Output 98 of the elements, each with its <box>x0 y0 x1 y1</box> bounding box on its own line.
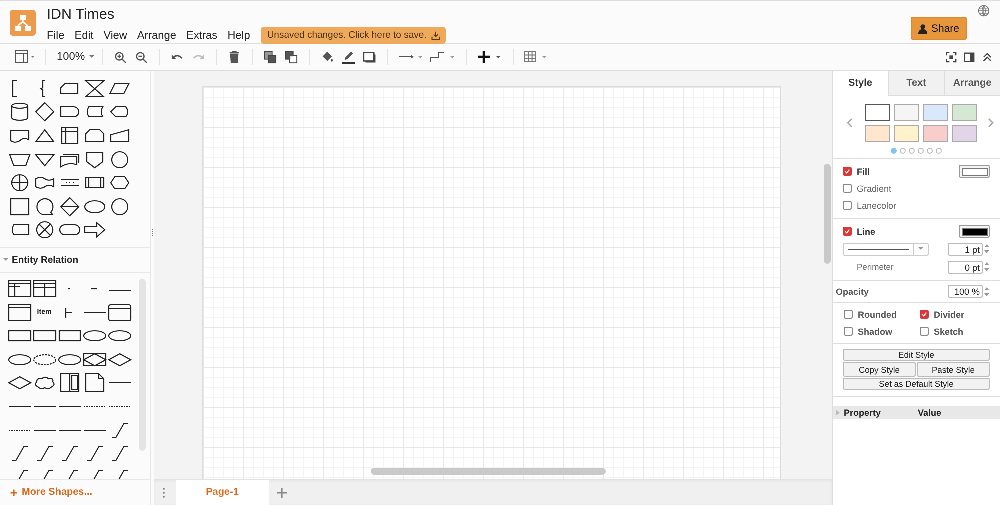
page-dot[interactable] <box>918 148 924 154</box>
column-header: Property <box>844 408 882 418</box>
opacity-label: Opacity <box>836 286 870 296</box>
menu-item[interactable]: Edit <box>74 30 94 42</box>
checkbox-label: Lanecolor <box>857 200 897 210</box>
format-panel-icon[interactable] <box>964 52 975 62</box>
diamond-icon[interactable] <box>32 102 56 122</box>
edit-style-button[interactable]: Edit Style <box>843 349 990 361</box>
style-swatch[interactable] <box>922 125 948 142</box>
spinner-icon[interactable] <box>984 243 990 255</box>
unsaved-changes-button[interactable]: Unsaved changes. Click here to save. <box>261 27 446 44</box>
waypoints-icon[interactable] <box>430 50 456 64</box>
to-back-icon[interactable] <box>285 50 298 64</box>
opacity-field[interactable]: 100 % <box>948 285 983 298</box>
vertical-scrollbar[interactable] <box>824 164 831 264</box>
page-dot[interactable] <box>909 148 915 154</box>
set-default-style-button[interactable]: Set as Default Style <box>843 378 990 390</box>
square-icon[interactable] <box>8 196 32 217</box>
menu-item[interactable]: View <box>104 30 128 42</box>
horizontal-scrollbar[interactable] <box>371 468 606 475</box>
panel-tab[interactable]: Arrange <box>944 71 1000 96</box>
page-menu-icon[interactable] <box>162 486 166 498</box>
paste-style-button[interactable]: Paste Style <box>917 362 990 377</box>
zoom-in-icon[interactable] <box>114 50 128 64</box>
splitter-handle[interactable] <box>152 229 154 237</box>
menu-item[interactable]: Help <box>228 30 250 42</box>
checkbox[interactable] <box>843 167 852 176</box>
collapse-icon[interactable] <box>982 52 993 62</box>
page-dot[interactable] <box>927 148 933 154</box>
block-arrow-icon[interactable] <box>82 220 106 240</box>
style-swatch[interactable] <box>864 104 890 121</box>
page-dot[interactable] <box>891 148 897 154</box>
column-header: Value <box>918 408 942 418</box>
zoom-out-icon[interactable] <box>135 50 148 64</box>
note-icon[interactable] <box>82 373 106 394</box>
checkbox-label: Divider <box>934 310 965 320</box>
to-front-icon[interactable] <box>264 50 278 64</box>
caret-icon <box>918 247 924 251</box>
table-icon[interactable] <box>32 278 56 299</box>
sort-icon[interactable] <box>58 196 82 217</box>
caret-icon <box>3 258 9 262</box>
checkbox-label: Line <box>857 226 876 236</box>
table-icon[interactable] <box>108 302 132 323</box>
line-color-button[interactable] <box>959 225 990 238</box>
page-tab[interactable]: Page-1 <box>176 480 269 505</box>
style-swatch[interactable] <box>952 104 976 121</box>
menu-item[interactable]: Extras <box>186 30 218 42</box>
checkbox[interactable] <box>843 227 852 236</box>
menu-item[interactable]: Arrange <box>137 30 176 42</box>
checkbox[interactable] <box>843 184 852 193</box>
checkbox-label: Gradient <box>857 184 892 194</box>
checkbox[interactable] <box>920 310 929 319</box>
checkbox[interactable] <box>843 201 852 210</box>
download-icon <box>430 30 441 40</box>
perimeter-label: Perimeter <box>857 262 894 272</box>
checkbox-label: Sketch <box>934 326 964 336</box>
checkbox[interactable] <box>844 310 853 319</box>
spinner-icon[interactable] <box>984 261 990 273</box>
menu-item[interactable]: File <box>47 30 65 42</box>
perimeter-field[interactable]: 0 pt <box>948 260 983 274</box>
app-logo-icon <box>10 10 36 36</box>
checkbox-label: Fill <box>857 166 870 176</box>
style-swatch[interactable] <box>922 104 948 121</box>
line-width-field[interactable]: 1 pt <box>948 242 983 256</box>
checkbox-label: Shadow <box>858 326 893 336</box>
spinner-icon[interactable] <box>984 286 990 298</box>
zoom-dropdown[interactable]: 100% <box>53 51 96 63</box>
checkbox[interactable] <box>920 327 929 336</box>
copy-style-button[interactable]: Copy Style <box>843 362 916 377</box>
person-icon <box>918 24 928 34</box>
insert-plus-icon[interactable] <box>477 50 504 64</box>
fullscreen-icon[interactable] <box>946 52 957 62</box>
fill-color-icon[interactable] <box>321 50 334 64</box>
style-swatch[interactable] <box>864 125 890 142</box>
globe-icon[interactable] <box>978 5 990 17</box>
fill-color-button[interactable] <box>959 165 990 178</box>
page-dot[interactable] <box>936 148 942 154</box>
delete-icon[interactable] <box>228 50 242 64</box>
table-icon[interactable] <box>8 278 32 299</box>
section-header[interactable]: Entity Relation <box>0 247 150 274</box>
panel-tab[interactable]: Text <box>888 71 944 96</box>
add-page-icon[interactable] <box>277 488 287 498</box>
style-swatch[interactable] <box>894 125 918 142</box>
table-icon[interactable] <box>8 302 32 323</box>
style-swatch[interactable] <box>952 125 976 142</box>
share-button[interactable]: Share <box>911 17 967 40</box>
hourglass-icon[interactable] <box>82 78 106 99</box>
door-icon[interactable] <box>58 373 82 394</box>
shadow-icon[interactable] <box>363 50 376 64</box>
page-dot[interactable] <box>900 148 906 154</box>
line-color-icon[interactable] <box>342 50 356 64</box>
checkbox[interactable] <box>844 327 853 336</box>
style-swatch[interactable] <box>894 104 918 121</box>
document-title[interactable]: IDN Times <box>47 7 446 24</box>
plus-icon <box>10 488 18 496</box>
line-style-dropdown[interactable] <box>843 242 929 256</box>
checkbox-label: Rounded <box>858 310 897 320</box>
caret-icon <box>89 55 96 59</box>
